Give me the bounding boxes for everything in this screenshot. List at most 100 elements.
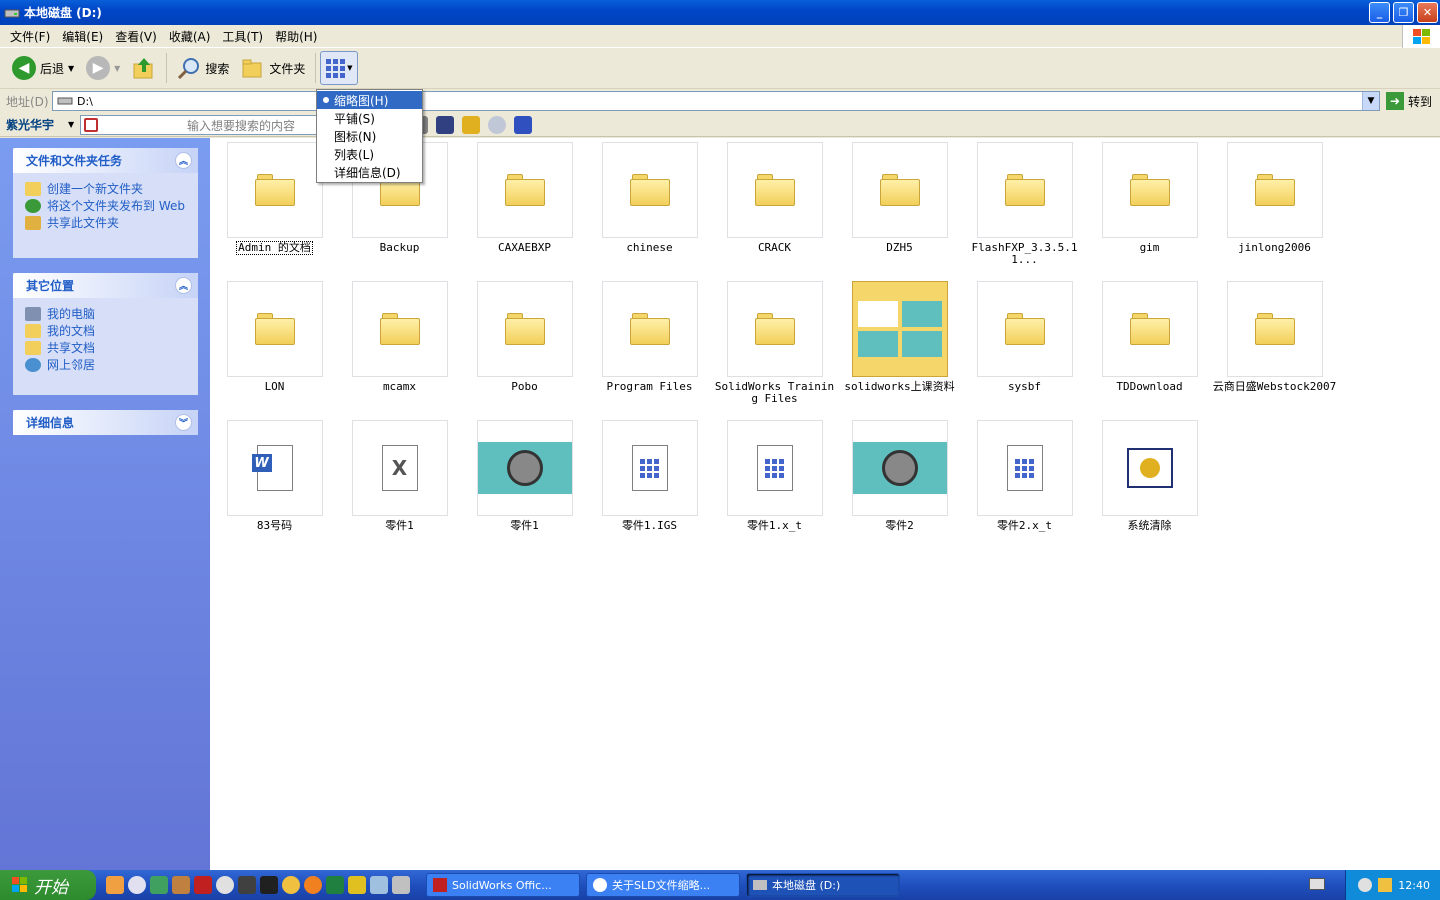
file-thumbnail[interactable]: X [351,420,448,516]
quick-launch-icon[interactable] [150,876,168,894]
quick-launch-icon[interactable] [128,876,146,894]
file-thumbnail[interactable] [476,420,573,516]
search-input[interactable]: 输入想要搜索的内容 [80,115,318,135]
file-item[interactable]: CAXAEBXP [462,142,587,254]
quick-launch-icon[interactable] [282,876,300,894]
keyboard-icon[interactable] [1309,878,1325,890]
file-thumbnail[interactable] [851,142,948,238]
file-item[interactable]: mcamx [337,281,462,393]
file-item[interactable]: X 零件1 [337,420,462,532]
views-menu-tiles[interactable]: 平铺(S) [317,109,422,127]
details-panel-header[interactable]: 详细信息 ︾ [13,410,198,435]
expand-icon[interactable]: ︾ [175,414,192,431]
quick-launch-icon[interactable] [326,876,344,894]
file-item[interactable]: sysbf [962,281,1087,393]
start-button[interactable]: 开始 [0,870,96,900]
collapse-icon[interactable]: ︽ [175,152,192,169]
taskbar-item-browser[interactable]: 关于SLD文件缩略... [586,873,740,897]
file-item[interactable]: 零件1 [462,420,587,532]
folders-button[interactable]: 文件夹 [235,51,311,85]
file-item[interactable]: 云商日盛Webstock2007 [1212,281,1337,393]
file-item[interactable]: 零件2.x_t [962,420,1087,532]
file-thumbnail[interactable] [1101,142,1198,238]
file-item[interactable]: W 83号码 [212,420,337,532]
views-menu-icons[interactable]: 图标(N) [317,127,422,145]
menu-favorites[interactable]: 收藏(A) [163,28,217,45]
forward-button[interactable]: ▶ ▼ [80,51,126,85]
address-dropdown-button[interactable]: ▼ [1362,92,1379,110]
quick-launch-icon[interactable] [260,876,278,894]
file-item[interactable]: 零件1.IGS [587,420,712,532]
qq-icon[interactable] [348,876,366,894]
chevron-down-icon[interactable]: ▼ [68,64,74,73]
file-item[interactable]: FlashFXP_3.3.5.11... [962,142,1087,266]
file-thumbnail[interactable] [601,420,698,516]
tray-icon[interactable] [1378,878,1393,892]
quick-launch-icon[interactable] [304,876,322,894]
quick-launch-icon[interactable] [172,876,190,894]
up-folder-button[interactable] [126,51,162,85]
file-thumbnail[interactable] [976,142,1073,238]
file-thumbnail[interactable] [851,420,948,516]
file-thumbnail[interactable] [601,281,698,377]
shared-documents-link[interactable]: 共享文档 [25,341,188,355]
chevron-down-icon[interactable]: ▼ [68,120,74,129]
share-folder-link[interactable]: 共享此文件夹 [25,216,188,230]
restore-button[interactable]: ❐ [1393,2,1414,23]
menu-file[interactable]: 文件(F) [4,28,56,45]
clock[interactable]: 12:40 [1398,879,1430,892]
publish-web-link[interactable]: 将这个文件夹发布到 Web [25,199,188,213]
close-button[interactable]: ✕ [1417,2,1438,23]
file-thumbnail[interactable] [976,281,1073,377]
qq-icon[interactable] [514,116,532,134]
network-places-link[interactable]: 网上邻居 [25,358,188,372]
tray-icon[interactable] [1358,878,1373,892]
file-thumbnail[interactable] [351,281,448,377]
file-thumbnail[interactable] [476,142,573,238]
quick-launch-icon[interactable] [238,876,256,894]
file-item[interactable]: Program Files [587,281,712,393]
file-thumbnail[interactable] [726,281,823,377]
cd-icon[interactable] [488,116,506,134]
quick-launch-icon[interactable] [106,876,124,894]
taskbar-item-solidworks[interactable]: SolidWorks Offic... [426,873,580,897]
file-item[interactable]: DZH5 [837,142,962,254]
back-button[interactable]: ◀ 后退 ▼ [6,51,80,85]
file-item[interactable]: solidworks上课资料 [837,281,962,393]
new-folder-link[interactable]: 创建一个新文件夹 [25,182,188,196]
my-computer-link[interactable]: 我的电脑 [25,307,188,321]
file-item[interactable]: CRACK [712,142,837,254]
file-thumbnail[interactable]: W [226,420,323,516]
quick-launch-icon[interactable] [216,876,234,894]
taskbar-item-explorer[interactable]: 本地磁盘 (D:) [746,873,900,897]
file-thumbnail[interactable] [726,142,823,238]
places-panel-header[interactable]: 其它位置 ︽ [13,273,198,298]
menu-edit[interactable]: 编辑(E) [56,28,109,45]
file-item[interactable]: gim [1087,142,1212,254]
chevron-down-icon[interactable]: ▼ [347,64,352,72]
file-thumbnail[interactable] [1226,281,1323,377]
file-item[interactable]: 系统清除 [1087,420,1212,532]
file-item[interactable]: LON [212,281,337,393]
file-item[interactable]: TDDownload [1087,281,1212,393]
file-item[interactable]: 零件1.x_t [712,420,837,532]
file-thumbnail[interactable] [1226,142,1323,238]
file-thumbnail[interactable] [226,142,323,238]
collapse-icon[interactable]: ︽ [175,277,192,294]
file-thumbnail[interactable] [601,142,698,238]
highlight-icon[interactable] [462,116,480,134]
chevron-down-icon[interactable]: ▼ [114,64,120,73]
views-menu-list[interactable]: 列表(L) [317,145,422,163]
file-thumbnail[interactable] [1101,281,1198,377]
file-item[interactable]: jinlong2006 [1212,142,1337,254]
views-menu-thumbnails[interactable]: 缩略图(H) [317,91,422,109]
go-button[interactable]: ➜ 转到 [1385,92,1432,110]
file-item[interactable]: chinese [587,142,712,254]
file-item[interactable]: Pobo [462,281,587,393]
toolbar-icon[interactable] [436,116,454,134]
quick-launch-icon[interactable] [392,876,410,894]
quick-launch-icon[interactable] [370,876,388,894]
file-thumbnail[interactable] [726,420,823,516]
file-thumbnail[interactable] [476,281,573,377]
file-thumbnail[interactable] [976,420,1073,516]
